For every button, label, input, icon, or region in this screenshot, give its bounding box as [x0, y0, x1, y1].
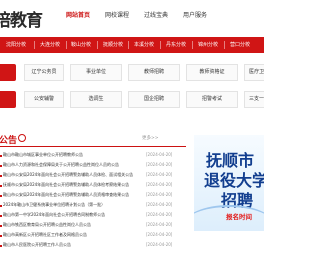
nav-online-courses[interactable]: 网校课程: [105, 10, 129, 19]
branch-link[interactable]: 抚顺分校: [103, 41, 123, 48]
branch-link[interactable]: 本溪分校: [134, 41, 154, 48]
bullet-icon: [0, 175, 2, 177]
main-nav: 网站首页 网校课程 过线宝典 用户服务: [66, 10, 207, 19]
news-link[interactable]: 鞍山市高新区公开招聘社区工作者及网格员公告: [3, 232, 136, 238]
banner-signup-time: 报名时间: [226, 213, 252, 221]
bullet-icon: [0, 215, 2, 217]
news-link[interactable]: 抚顺市公安局2024年面向社会公开招聘警务辅助人员体检考察结果公告: [3, 182, 136, 188]
list-item[interactable]: 鞍山市铁西区教育局公开招聘公益性岗位人员公告 [2024-04-20]: [0, 221, 186, 231]
category-active-tab[interactable]: [0, 91, 16, 108]
category-state-enterprise[interactable]: 国企招聘: [128, 91, 180, 108]
branch-link[interactable]: 营口分校: [230, 41, 250, 48]
news-date: [2024-04-20]: [146, 162, 173, 167]
news-link[interactable]: 鞍山市人力资源和社会保障局关于公开招聘公益性岗位人员的公告: [3, 162, 136, 168]
news-date: [2024-04-20]: [146, 212, 173, 217]
bullet-icon: [0, 235, 2, 237]
info-icon: [18, 134, 26, 142]
nav-home[interactable]: 网站首页: [66, 10, 90, 19]
list-item[interactable]: 鞍山市鞍山市城区事业单位公开招聘教师公告 [2024-04-20]: [0, 151, 186, 161]
category-teacher-certificate[interactable]: 教师资格证: [186, 64, 238, 81]
category-selected-graduates[interactable]: 选调生: [70, 91, 122, 108]
recruitment-banner[interactable]: 抚顺市 退役大学 招聘 报名时间: [194, 135, 264, 231]
branch-link[interactable]: 大连分校: [40, 41, 60, 48]
list-item[interactable]: 鞍山市人力资源和社会保障局关于公开招聘公益性岗位人员的公告 [2024-04-2…: [0, 161, 186, 171]
branch-link[interactable]: 锦州分校: [198, 41, 218, 48]
announcement-title: 公告: [0, 136, 18, 146]
branch-divider: [66, 41, 67, 49]
list-item[interactable]: 鞍山市公安局2024年面向社会公开招聘警务辅助人员资格审查结果公告 [2024-…: [0, 191, 186, 201]
page: 培教育 网站首页 网校课程 过线宝典 用户服务 沈阳分校 大连分校 鞍山分校 抚…: [0, 0, 264, 266]
branch-link[interactable]: 沈阳分校: [6, 41, 26, 48]
bullet-icon: [0, 225, 2, 227]
list-item[interactable]: 鞍山市第一中学2024年面向社会公开招聘合同制教师公告 [2024-04-20]: [0, 211, 186, 221]
bullet-icon: [0, 245, 2, 247]
bullet-icon: [0, 195, 2, 197]
news-date: [2024-04-20]: [146, 192, 173, 197]
news-date: [2024-04-20]: [146, 182, 173, 187]
bullet-icon: [0, 155, 2, 157]
branch-divider: [160, 41, 161, 49]
list-item[interactable]: 鞍山市公安局2024年面向社会公开招聘警务辅助人员体检、面试相关公告 [2024…: [0, 171, 186, 181]
branch-divider: [97, 41, 98, 49]
category-teacher-recruitment[interactable]: 教师招聘: [128, 64, 180, 81]
news-link[interactable]: 鞍山市鞍山市城区事业单位公开招聘教师公告: [3, 152, 136, 158]
bullet-icon: [0, 185, 2, 187]
news-link[interactable]: 鞍山市公安局2024年面向社会公开招聘警务辅助人员体检、面试相关公告: [3, 172, 136, 178]
news-link[interactable]: 鞍山市人民医院公开招聘工作人员公告: [3, 242, 136, 248]
category-public-institution[interactable]: 事业单位: [70, 64, 122, 81]
list-item[interactable]: 鞍山市高新区公开招聘社区工作者及网格员公告 [2024-04-20]: [0, 231, 186, 241]
news-date: [2024-04-20]: [146, 172, 173, 177]
news-link[interactable]: 2024年鞍山市卫健系统事业单位招聘计划公告（第一批）: [3, 202, 136, 208]
category-civil-servant[interactable]: 辽宁公务员: [24, 64, 64, 81]
bullet-icon: [0, 165, 2, 167]
category-active-tab[interactable]: [0, 64, 16, 81]
list-item[interactable]: 2024年鞍山市卫健系统事业单位招聘计划公告（第一批） [2024-04-20]: [0, 201, 186, 211]
news-link[interactable]: 鞍山市公安局2024年面向社会公开招聘警务辅助人员资格审查结果公告: [3, 192, 136, 198]
news-link[interactable]: 鞍山市铁西区教育局公开招聘公益性岗位人员公告: [3, 222, 136, 228]
nav-exam-guide[interactable]: 过线宝典: [144, 10, 168, 19]
list-item[interactable]: 抚顺市公安局2024年面向社会公开招聘警务辅助人员体检考察结果公告 [2024-…: [0, 181, 186, 191]
news-date: [2024-04-20]: [146, 222, 173, 227]
branch-divider: [128, 41, 129, 49]
news-date: [2024-04-20]: [146, 202, 173, 207]
top-header: 培教育 网站首页 网校课程 过线宝典 用户服务: [0, 0, 264, 32]
branch-link[interactable]: 丹东分校: [166, 41, 186, 48]
list-item[interactable]: 鞍山市人民医院公开招聘工作人员公告 [2024-04-20]: [0, 241, 186, 251]
category-police-exam[interactable]: 招警考试: [186, 91, 238, 108]
branch-bar: 沈阳分校 大连分校 鞍山分校 抚顺分校 本溪分校 丹东分校 锦州分校 营口分校: [0, 37, 264, 53]
site-logo[interactable]: 培教育: [0, 6, 43, 31]
branch-divider: [224, 41, 225, 49]
announcement-divider: [0, 146, 186, 147]
branch-divider: [34, 41, 35, 49]
category-medical[interactable]: 医疗卫生: [244, 64, 264, 81]
nav-user-service[interactable]: 用户服务: [183, 10, 207, 19]
branch-link[interactable]: 鞍山分校: [71, 41, 91, 48]
news-date: [2024-04-20]: [146, 242, 173, 247]
news-date: [2024-04-20]: [146, 232, 173, 237]
news-link[interactable]: 鞍山市第一中学2024年面向社会公开招聘合同制教师公告: [3, 212, 136, 218]
category-three-supports[interactable]: 三支一扶: [244, 91, 264, 108]
announcement-more-link[interactable]: 更多>>: [142, 135, 159, 141]
branch-divider: [192, 41, 193, 49]
category-police-auxiliary[interactable]: 公安辅警: [24, 91, 64, 108]
news-date: [2024-04-20]: [146, 152, 173, 157]
bullet-icon: [0, 205, 2, 207]
